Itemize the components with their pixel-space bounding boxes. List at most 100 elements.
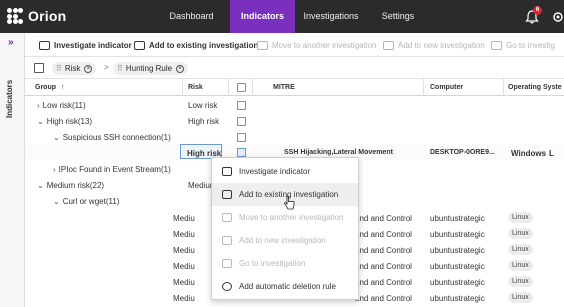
column-header-group[interactable]: Group ↑ xyxy=(35,84,64,91)
tab-dashboard[interactable]: Dashboard xyxy=(153,0,230,33)
drag-handle-icon[interactable]: ⠿ xyxy=(117,64,123,73)
move-another-label: Move to another investigation xyxy=(272,40,377,50)
mitre-value: and and Control xyxy=(355,214,412,223)
row-checkbox[interactable] xyxy=(237,117,246,126)
grouping-bar: ⠿ Risk × > ⠿ Hunting Rule × xyxy=(25,57,564,79)
column-divider xyxy=(228,79,229,96)
app-logo[interactable]: Orion xyxy=(7,8,66,24)
investigate-indicator-label: Investigate indicator xyxy=(54,40,132,50)
select-all-checkbox[interactable] xyxy=(237,83,246,92)
menu-item-add-new-investigation[interactable]: Add to new investigation xyxy=(212,229,358,252)
os-value: Windows xyxy=(511,149,547,158)
collapse-chevron-icon[interactable]: ⌄ xyxy=(37,181,44,190)
computer-value: ubuntustrategic xyxy=(430,230,485,239)
group-count: (11) xyxy=(105,197,120,206)
risk-value: Mediu xyxy=(173,294,195,303)
add-to-investigation-icon xyxy=(134,40,145,50)
column-header-computer[interactable]: Computer xyxy=(430,84,463,91)
computer-value: ubuntustrategic xyxy=(430,214,485,223)
group-label: IPIoc Found in Event Stream xyxy=(58,165,161,174)
group-count: (13) xyxy=(77,117,93,126)
risk-value: High risk xyxy=(188,117,220,126)
add-existing-investigation-button[interactable]: Add to existing investigation xyxy=(134,39,258,51)
group-row-low-risk[interactable]: › Low risk(11) Low risk xyxy=(25,97,564,113)
add-new-icon xyxy=(222,236,232,245)
investigate-indicator-button[interactable]: Investigate indicator xyxy=(39,39,132,51)
group-count: (1) xyxy=(160,133,171,142)
computer-value: ubuntustrategic xyxy=(430,246,485,255)
tab-settings[interactable]: Settings xyxy=(367,0,429,33)
risk-value: Mediu xyxy=(173,278,195,287)
collapse-chevron-icon[interactable]: ⌄ xyxy=(53,133,60,142)
menu-item-label: Move to another investigation xyxy=(239,213,344,222)
row-checkbox-checked[interactable] xyxy=(237,148,246,157)
go-to-icon xyxy=(491,40,502,50)
group-label: Low risk xyxy=(42,101,73,110)
side-rail: » Indicators xyxy=(0,33,25,307)
risk-value: Mediu xyxy=(173,262,195,271)
block-icon xyxy=(222,282,232,291)
column-header-mitre[interactable]: MITRE xyxy=(273,84,295,91)
hand-cursor-icon xyxy=(284,196,295,210)
context-menu: Investigate indicator Add to existing in… xyxy=(211,157,359,300)
group-label: Suspicious SSH connection xyxy=(62,133,161,142)
collapse-chevron-icon[interactable]: ⌄ xyxy=(53,197,60,206)
add-new-label: Add to new investigation xyxy=(398,40,485,50)
row-checkbox[interactable] xyxy=(237,101,246,110)
menu-item-add-deletion-rule[interactable]: Add automatic deletion rule xyxy=(212,275,358,298)
chip-hunting-rule[interactable]: ⠿ Hunting Rule × xyxy=(113,62,189,75)
os-badge: Linux xyxy=(508,292,533,303)
expand-panel-icon[interactable]: » xyxy=(8,37,14,48)
menu-item-label: Add to new investigation xyxy=(239,236,326,245)
mitre-value: and and Control xyxy=(355,246,412,255)
add-new-investigation-button[interactable]: Add to new investigation xyxy=(383,39,485,51)
risk-value: Low risk xyxy=(188,101,218,110)
column-header-risk[interactable]: Risk xyxy=(188,84,203,91)
move-icon xyxy=(257,40,268,50)
remove-chip-icon[interactable]: × xyxy=(176,64,185,73)
tab-investigations[interactable]: Investigations xyxy=(295,0,367,33)
orion-logo-icon xyxy=(7,8,23,24)
column-header-os[interactable]: Operating Syste xyxy=(508,84,562,91)
column-divider xyxy=(423,79,424,96)
group-row-high-risk[interactable]: ⌄ High risk(13) High risk xyxy=(25,113,564,129)
remove-chip-icon[interactable]: × xyxy=(84,64,93,73)
move-icon xyxy=(222,213,232,222)
go-to-icon xyxy=(222,259,232,268)
collapse-chevron-icon[interactable]: ⌄ xyxy=(37,117,44,126)
tab-indicators[interactable]: Indicators xyxy=(230,0,295,33)
expand-chevron-icon[interactable]: › xyxy=(53,165,56,174)
group-count: (11) xyxy=(72,101,86,110)
investigate-icon xyxy=(222,167,232,176)
gear-icon[interactable] xyxy=(551,10,564,24)
rail-label[interactable]: Indicators xyxy=(5,80,14,118)
os-badge: Linux xyxy=(508,244,533,255)
group-label: Medium risk xyxy=(46,181,90,190)
group-label: Curl or wget xyxy=(62,197,106,206)
group-count: (1) xyxy=(160,165,171,174)
computer-value: ubuntustrategic xyxy=(430,294,485,303)
os-badge: Linux xyxy=(508,276,533,287)
computer-value: DESKTOP-0ORE9... xyxy=(430,149,495,156)
chip-risk-label: Risk xyxy=(64,64,81,73)
expand-chevron-icon[interactable]: › xyxy=(37,101,40,110)
mitre-value: SSH Hijacking,Lateral Movement xyxy=(284,149,393,156)
top-bar: Orion Dashboard Indicators Investigation… xyxy=(0,0,564,33)
drag-handle-icon[interactable]: ⠿ xyxy=(56,64,62,73)
row-checkbox[interactable] xyxy=(237,133,246,142)
chip-risk[interactable]: ⠿ Risk × xyxy=(52,62,97,75)
group-row-suspicious-ssh[interactable]: ⌄ Suspicious SSH connection(1) xyxy=(25,129,564,145)
chip-hunting-rule-label: Hunting Rule xyxy=(125,64,173,73)
column-divider xyxy=(182,79,183,96)
os-badge: Linux xyxy=(508,260,533,271)
move-another-investigation-button[interactable]: Move to another investigation xyxy=(257,39,377,51)
column-group-label: Group xyxy=(35,84,56,91)
app-name: Orion xyxy=(28,8,67,24)
add-to-investigation-icon xyxy=(222,190,232,199)
go-to-investigation-button[interactable]: Go to investig xyxy=(491,39,555,51)
group-by-icon[interactable] xyxy=(34,63,44,73)
group-count: (22) xyxy=(89,181,105,190)
mitre-value: and and Control xyxy=(355,262,412,271)
menu-item-go-to-investigation[interactable]: Go to investigation xyxy=(212,252,358,275)
menu-item-investigate-indicator[interactable]: Investigate indicator xyxy=(212,160,358,183)
